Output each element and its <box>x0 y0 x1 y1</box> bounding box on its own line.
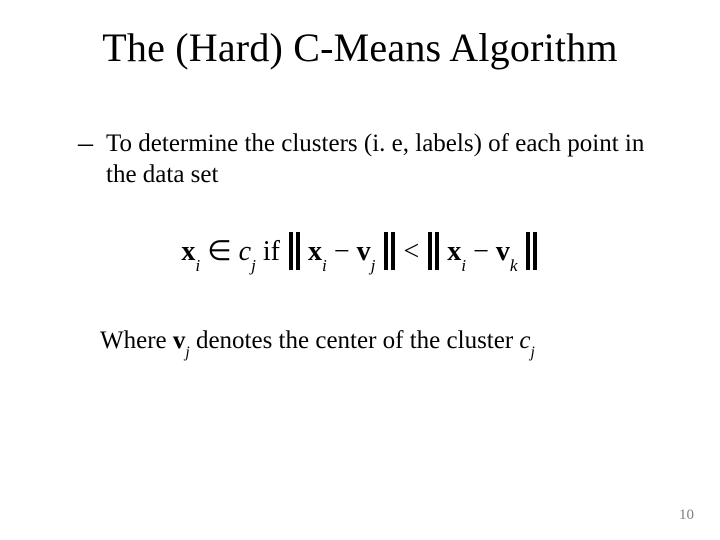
if-text: if <box>263 236 287 267</box>
var-x-2: x <box>308 236 322 267</box>
bullet-text: To determine the clusters (i. e, labels)… <box>106 128 656 191</box>
member-of: ∈ <box>207 236 231 267</box>
sub-k: k <box>510 256 518 275</box>
where-text: Where vj denotes the center of the clust… <box>100 325 660 360</box>
sub-i-2: i <box>322 256 327 275</box>
bullet-dash: – <box>78 128 106 158</box>
var-x-3: x <box>447 236 461 267</box>
where-v: v <box>173 327 186 354</box>
sub-j-2: j <box>371 256 376 275</box>
var-v-2: v <box>496 236 510 267</box>
var-c: c <box>239 236 251 267</box>
slide-title: The (Hard) C-Means Algorithm <box>0 24 720 71</box>
var-x: x <box>181 236 195 267</box>
var-v-1: v <box>357 236 371 267</box>
sub-j-1: j <box>251 256 256 275</box>
norm-close-2 <box>525 236 539 267</box>
where-v-sub: j <box>185 344 189 361</box>
where-c: c <box>519 327 530 354</box>
minus-2: − <box>473 236 489 267</box>
lt-sign: < <box>403 236 419 267</box>
norm-close-1 <box>382 236 396 267</box>
slide: The (Hard) C-Means Algorithm –To determi… <box>0 0 720 540</box>
page-number: 10 <box>679 507 694 524</box>
sub-i-1: i <box>195 256 200 275</box>
norm-open-2 <box>426 236 440 267</box>
where-mid: denotes the center of the cluster <box>190 327 520 354</box>
where-c-sub: j <box>531 344 535 361</box>
norm-open-1 <box>287 236 301 267</box>
assignment-formula: xi ∈ cj if xi − vj < xi − vk <box>0 232 720 272</box>
minus-1: − <box>334 236 350 267</box>
where-prefix: Where <box>100 327 173 354</box>
sub-i-3: i <box>461 256 466 275</box>
bullet-item: –To determine the clusters (i. e, labels… <box>78 128 660 191</box>
